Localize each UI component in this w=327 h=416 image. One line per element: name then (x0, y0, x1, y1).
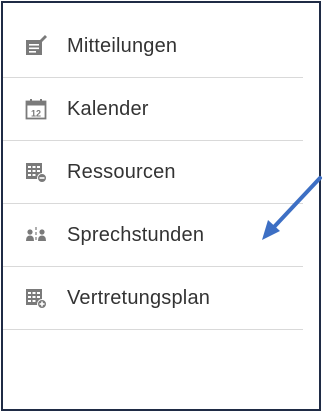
menu-item-vertretungsplan[interactable]: Vertretungsplan (3, 267, 303, 330)
menu-item-ressourcen[interactable]: Ressourcen (3, 141, 303, 204)
calendar-icon: 12 (25, 98, 47, 120)
menu-item-label: Vertretungsplan (67, 286, 211, 309)
side-menu-panel: Mitteilungen 12 Kalender Ressourcen Spre… (1, 1, 321, 411)
menu-item-mitteilungen[interactable]: Mitteilungen (3, 15, 303, 78)
menu-item-kalender[interactable]: 12 Kalender (3, 78, 303, 141)
menu-item-sprechstunden[interactable]: Sprechstunden (3, 204, 303, 267)
menu-item-label: Ressourcen (67, 160, 176, 183)
calendar-day-number: 12 (31, 109, 41, 119)
menu-item-label: Kalender (67, 97, 149, 120)
menu-item-label: Sprechstunden (67, 223, 205, 246)
substitution-plan-icon (25, 287, 47, 309)
menu-item-label: Mitteilungen (67, 34, 178, 57)
resources-grid-icon (25, 161, 47, 183)
navigation-menu: Mitteilungen 12 Kalender Ressourcen Spre… (3, 15, 303, 330)
messages-edit-icon (25, 35, 47, 57)
consultation-people-icon (25, 224, 47, 246)
